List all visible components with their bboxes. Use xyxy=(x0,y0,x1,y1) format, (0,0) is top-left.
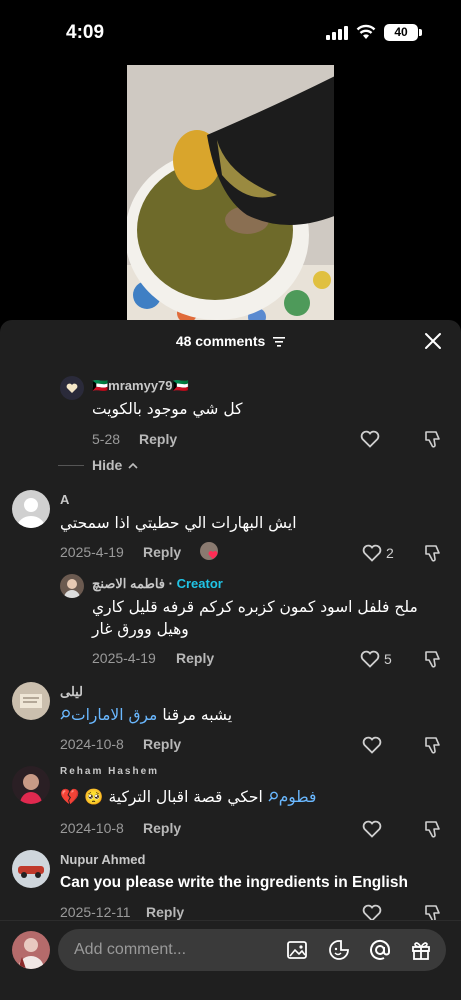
like-heart-icon[interactable] xyxy=(362,820,382,838)
avatar[interactable] xyxy=(12,850,50,888)
battery-icon: 40 xyxy=(384,24,422,41)
search-icon xyxy=(60,709,70,720)
comment-item: ليلى يشبه مرقنا مرق الامارات 2024-10-8 R… xyxy=(0,680,461,760)
dislike-icon[interactable] xyxy=(424,736,442,754)
like-count: 2 xyxy=(386,545,394,561)
like-heart-icon[interactable] xyxy=(362,544,382,562)
comment-username[interactable]: Reham Hashem xyxy=(60,766,159,777)
video-player[interactable] xyxy=(127,65,334,325)
comments-count: 48 comments xyxy=(175,333,266,349)
comment-item: Nupur Ahmed Can you please write the ing… xyxy=(0,848,461,928)
reply-button[interactable]: Reply xyxy=(139,431,177,447)
my-avatar xyxy=(12,931,50,969)
comment-input-container[interactable] xyxy=(58,929,446,971)
reply-button[interactable]: Reply xyxy=(176,650,214,666)
close-icon[interactable] xyxy=(424,332,442,350)
comment-item: Reham Hashem فطوم احكي قصة اقبال التركية… xyxy=(0,764,461,844)
video-frame-image xyxy=(127,65,334,325)
status-time: 4:09 xyxy=(66,22,105,43)
gift-icon[interactable] xyxy=(410,939,432,961)
avatar[interactable] xyxy=(12,490,50,528)
avatar[interactable] xyxy=(12,682,50,720)
comment-item: A ايش البهارات الي حطيتي اذا سمحتي 2025-… xyxy=(0,488,461,568)
comment-text: ملح فلفل اسود كمون كزبره كركم قرفه قليل … xyxy=(92,598,418,638)
comments-title[interactable]: 48 comments xyxy=(0,333,461,349)
comment-item: 🇰🇼mramyy79🇰🇼 كل شي موجود بالكويت 5-28 Re… xyxy=(0,372,461,452)
chevron-up-icon xyxy=(128,462,138,469)
comment-date: 5-28 xyxy=(92,431,121,447)
comment-text: كل شي موجود بالكويت xyxy=(92,400,243,418)
search-icon xyxy=(268,791,278,802)
mention-link[interactable]: فطوم xyxy=(268,788,316,806)
add-comment-input[interactable] xyxy=(74,929,274,971)
divider xyxy=(58,465,84,466)
comment-username[interactable]: ليلى xyxy=(60,684,83,700)
hashtag-link[interactable]: مرق الامارات xyxy=(60,706,157,724)
like-heart-icon[interactable] xyxy=(362,736,382,754)
hide-label: Hide xyxy=(92,457,138,473)
reply-button[interactable]: Reply xyxy=(146,904,184,920)
dislike-icon[interactable] xyxy=(424,650,442,668)
dislike-icon[interactable] xyxy=(424,430,442,448)
like-count: 5 xyxy=(384,651,392,667)
mention-icon[interactable] xyxy=(369,939,391,961)
signal-icon xyxy=(326,26,350,40)
avatar[interactable] xyxy=(60,376,84,400)
comment-username[interactable]: A xyxy=(60,492,69,507)
comment-text: فطوم احكي قصة اقبال التركية 🥺 💔 xyxy=(60,786,316,808)
reply-button[interactable]: Reply xyxy=(143,820,181,836)
comment-username[interactable]: فاطمه الاصنچ xyxy=(92,576,165,591)
comment-username[interactable]: Nupur Ahmed xyxy=(60,852,145,867)
comment-date: 2025-4-19 xyxy=(60,544,124,560)
comment-item: فاطمه الاصنچ · Creator ملح فلفل اسود كمو… xyxy=(0,572,461,672)
comment-text: ايش البهارات الي حطيتي اذا سمحتي xyxy=(60,514,297,532)
avatar[interactable] xyxy=(60,574,84,598)
reply-button[interactable]: Reply xyxy=(143,736,181,752)
dislike-icon[interactable] xyxy=(424,544,442,562)
reply-button[interactable]: Reply xyxy=(143,544,181,560)
like-heart-icon[interactable] xyxy=(360,430,380,448)
creator-liked-avatar xyxy=(200,542,218,560)
creator-badge: Creator xyxy=(176,576,223,591)
comment-username[interactable]: 🇰🇼mramyy79🇰🇼 xyxy=(92,378,189,394)
comment-date: 2025-4-19 xyxy=(92,650,156,666)
hide-replies-button[interactable]: Hide xyxy=(58,457,178,475)
comment-date: 2025-12-11 xyxy=(60,904,131,920)
comment-text: يشبه مرقنا مرق الامارات xyxy=(60,704,232,726)
wifi-icon xyxy=(356,24,376,39)
comment-compose-bar xyxy=(0,920,461,1000)
comments-header: 48 comments xyxy=(0,320,461,364)
comment-username-row: فاطمه الاصنچ · Creator xyxy=(92,576,223,591)
like-heart-icon[interactable] xyxy=(360,650,380,668)
image-icon[interactable] xyxy=(286,939,308,961)
comment-text-suffix: احكي قصة اقبال التركية 🥺 💔 xyxy=(60,788,263,806)
sort-filter-icon[interactable] xyxy=(273,337,286,347)
status-bar: 4:09 40 xyxy=(0,0,461,64)
comment-date: 2024-10-8 xyxy=(60,736,124,752)
sticker-icon[interactable] xyxy=(328,939,350,961)
avatar[interactable] xyxy=(12,766,50,804)
comment-text-prefix: يشبه مرقنا xyxy=(162,706,233,724)
dislike-icon[interactable] xyxy=(424,820,442,838)
comment-date: 2024-10-8 xyxy=(60,820,124,836)
comment-text: Can you please write the ingredients in … xyxy=(60,874,408,891)
comments-sheet: 48 comments 🇰🇼mramyy79🇰🇼 كل شي موجود بال… xyxy=(0,320,461,1000)
